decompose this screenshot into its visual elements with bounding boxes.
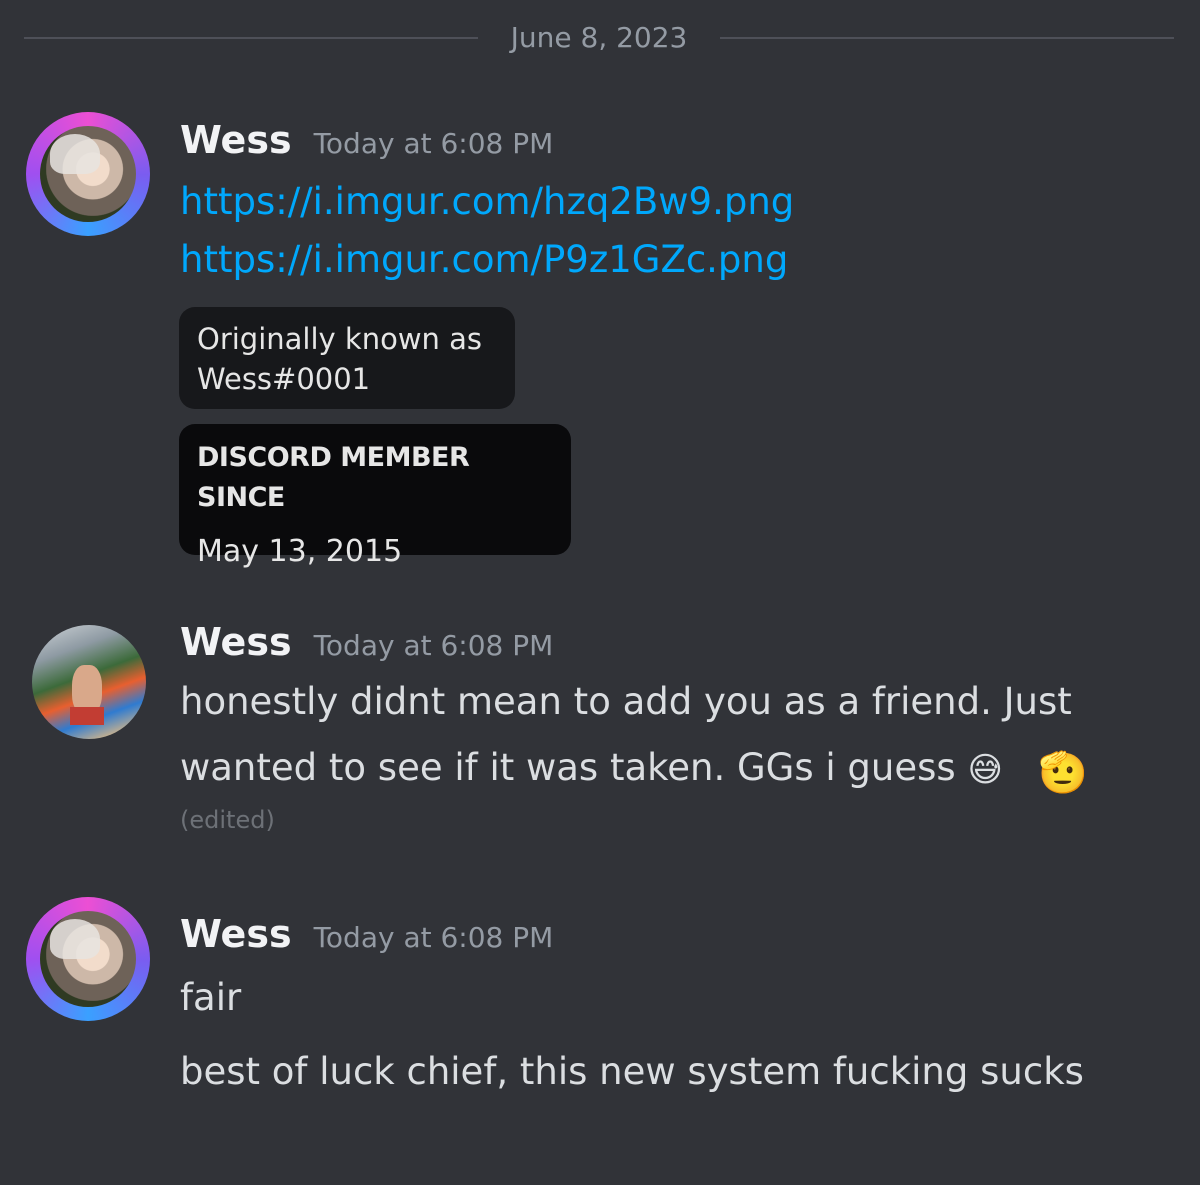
timestamp[interactable]: Today at 6:08 PM xyxy=(314,921,554,954)
known-as-value: Wess#0001 xyxy=(197,362,371,396)
message-link[interactable]: https://i.imgur.com/P9z1GZc.png xyxy=(180,238,788,281)
message-link[interactable]: https://i.imgur.com/hzq2Bw9.png xyxy=(180,180,794,223)
divider-line-left xyxy=(24,37,478,39)
message-text: best of luck chief, this new system fuck… xyxy=(180,1050,1084,1093)
date-divider: June 8, 2023 xyxy=(24,18,1174,58)
divider-date: June 8, 2023 xyxy=(510,21,688,54)
member-since-value: May 13, 2015 xyxy=(197,534,403,569)
message-header: Wess Today at 6:08 PM xyxy=(180,620,553,664)
sweat-smile-emoji-icon[interactable]: 😅 xyxy=(967,750,1002,790)
timestamp[interactable]: Today at 6:08 PM xyxy=(314,127,554,160)
message-header: Wess Today at 6:08 PM xyxy=(180,912,553,956)
embed-card-member-since: DISCORD MEMBER SINCE May 13, 2015 xyxy=(179,424,571,569)
username[interactable]: Wess xyxy=(180,620,292,664)
avatar[interactable] xyxy=(26,112,150,236)
avatar[interactable] xyxy=(32,625,146,739)
member-since-heading: DISCORD MEMBER SINCE xyxy=(197,442,470,513)
message-header: Wess Today at 6:08 PM xyxy=(180,118,553,162)
message-text: fair xyxy=(180,976,242,1019)
avatar[interactable] xyxy=(26,897,150,1021)
edited-label: (edited) xyxy=(180,806,275,834)
timestamp[interactable]: Today at 6:08 PM xyxy=(314,629,554,662)
message-text: honestly didnt mean to add you as a frie… xyxy=(180,680,1072,723)
divider-line-right xyxy=(720,37,1174,39)
username[interactable]: Wess xyxy=(180,118,292,162)
known-as-label: Originally known as xyxy=(197,322,483,356)
saluting-face-emoji-icon[interactable]: 🫡 xyxy=(1038,748,1090,798)
message-text: wanted to see if it was taken. GGs i gue… xyxy=(180,746,1003,790)
message-text-line: wanted to see if it was taken. GGs i gue… xyxy=(180,746,956,789)
embed-card-known-as: Originally known as Wess#0001 xyxy=(179,307,515,409)
username[interactable]: Wess xyxy=(180,912,292,956)
